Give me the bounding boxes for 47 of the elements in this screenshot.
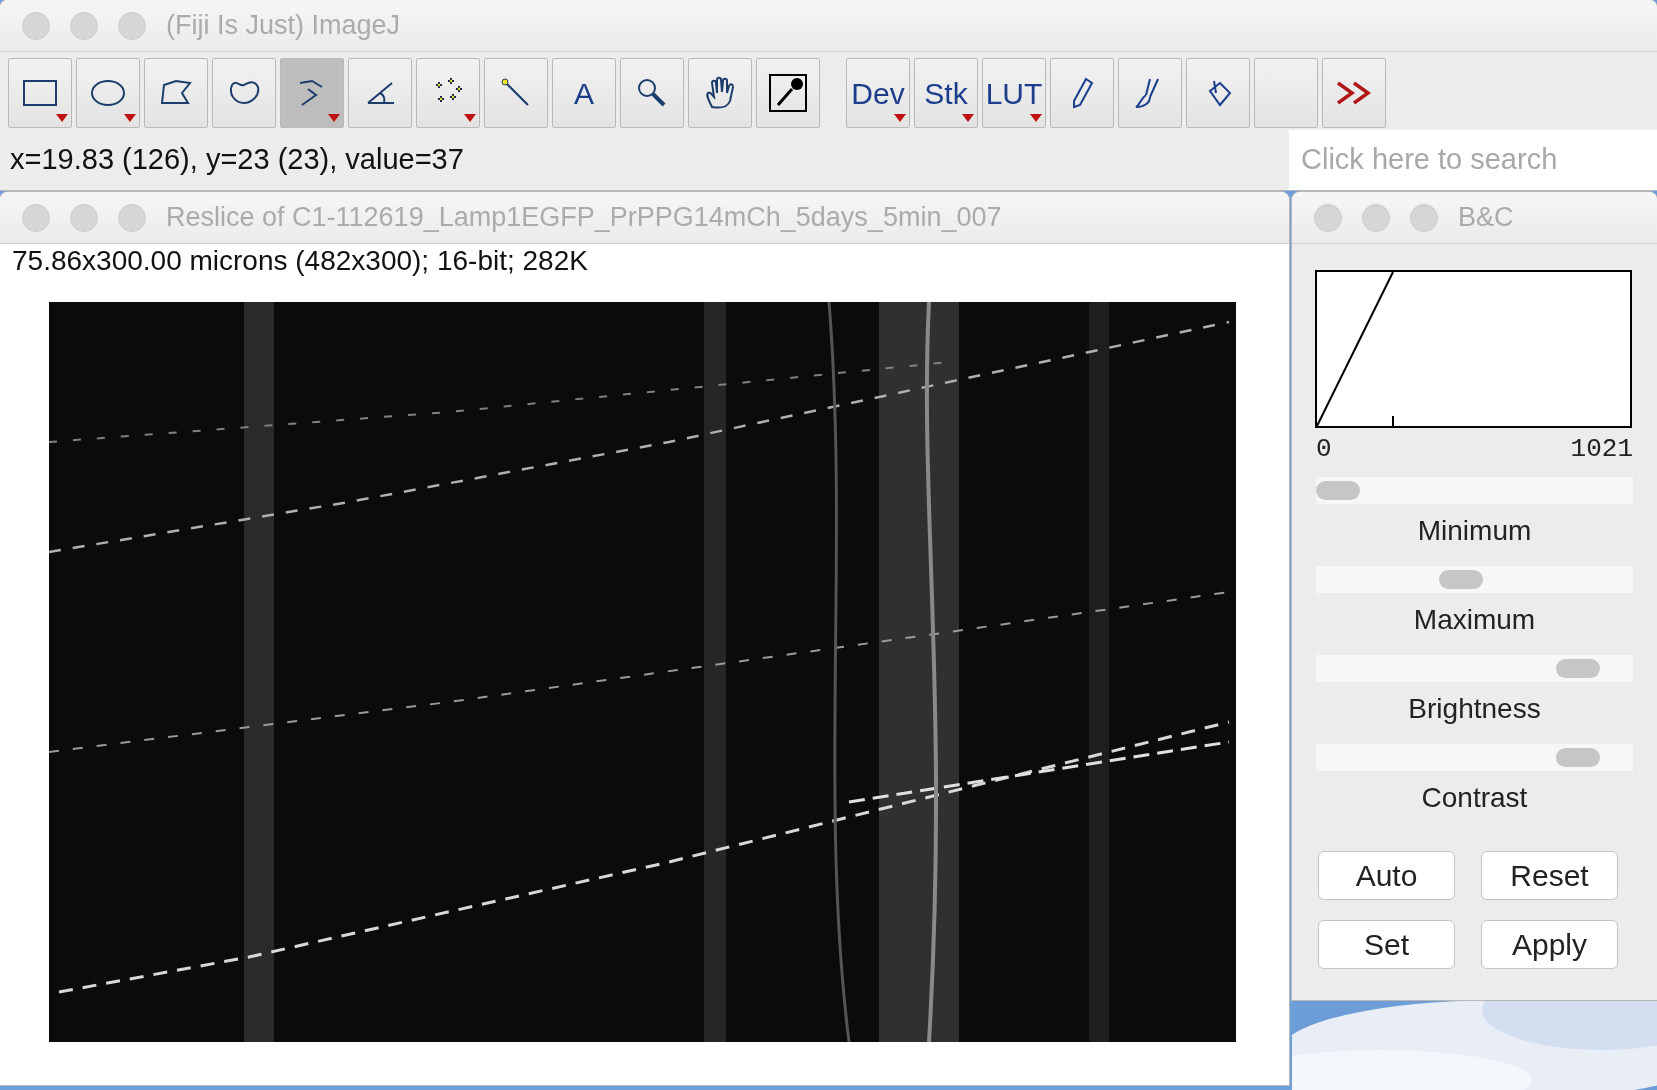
dialog-button[interactable]: Auto [1318,851,1455,900]
magnifier-tool-button[interactable] [620,58,684,128]
more-tools-button[interactable] [1322,58,1386,128]
eyedropper-icon [768,73,808,113]
window-title: Reslice of C1-112619_Lamp1EGFP_PrPPG14mCh_5days_5min_007 [166,201,1002,235]
ellipse-tool-button[interactable] [76,58,140,128]
bucket-tool-button[interactable] [1186,58,1250,128]
image-info: 75.86x300.00 microns (482x300); 16-bit; 282K [11,244,589,278]
points-tool-button[interactable] [416,58,480,128]
minimize-button[interactable] [70,11,98,40]
slider-label: Brightness [1407,692,1542,726]
hand-tool-button[interactable] [688,58,752,128]
slider-thumb[interactable] [1438,570,1483,589]
window-title: (Fiji Is Just) ImageJ [166,9,401,43]
dialog-button[interactable]: Reset [1481,851,1618,900]
zoom-button[interactable] [118,11,146,40]
dialog-button[interactable]: Set [1318,920,1455,969]
close-button[interactable] [22,11,50,40]
close-button[interactable] [22,203,50,232]
rectangle-tool-button[interactable] [8,58,72,128]
slider-label: Contrast [1420,781,1529,815]
freehand-tool-button[interactable] [212,58,276,128]
zoom-button[interactable] [118,203,146,232]
pencil-tool-button[interactable] [1050,58,1114,128]
tool-button[interactable]: Stk [914,58,978,128]
slider-label: Minimum [1416,514,1533,548]
close-button[interactable] [1314,203,1342,232]
minimize-button[interactable] [70,203,98,232]
eyedropper-tool-button[interactable] [756,58,820,128]
minimize-button[interactable] [1362,203,1390,232]
axis-label: 0 [1316,433,1332,466]
slider-thumb[interactable] [1316,481,1360,500]
dialog-button[interactable]: Apply [1481,920,1618,969]
polygon-tool-button[interactable] [144,58,208,128]
search-field[interactable]: Click here to search [1289,130,1657,190]
tool-button[interactable]: LUT [982,58,1046,128]
zoom-button[interactable] [1410,203,1438,232]
tool-button[interactable]: Dev [846,58,910,128]
status-text: x=19.83 (126), y=23 (23), value=37 [9,142,465,177]
slider-label: Maximum [1412,603,1537,637]
slider-thumb[interactable] [1556,748,1601,767]
brush-tool-button[interactable] [1118,58,1182,128]
angle-tool-button[interactable] [348,58,412,128]
tool-button[interactable]: A [552,58,616,128]
window-title: B&C [1458,201,1514,235]
axis-label: 1021 [1570,433,1633,466]
slider-thumb[interactable] [1556,659,1601,678]
